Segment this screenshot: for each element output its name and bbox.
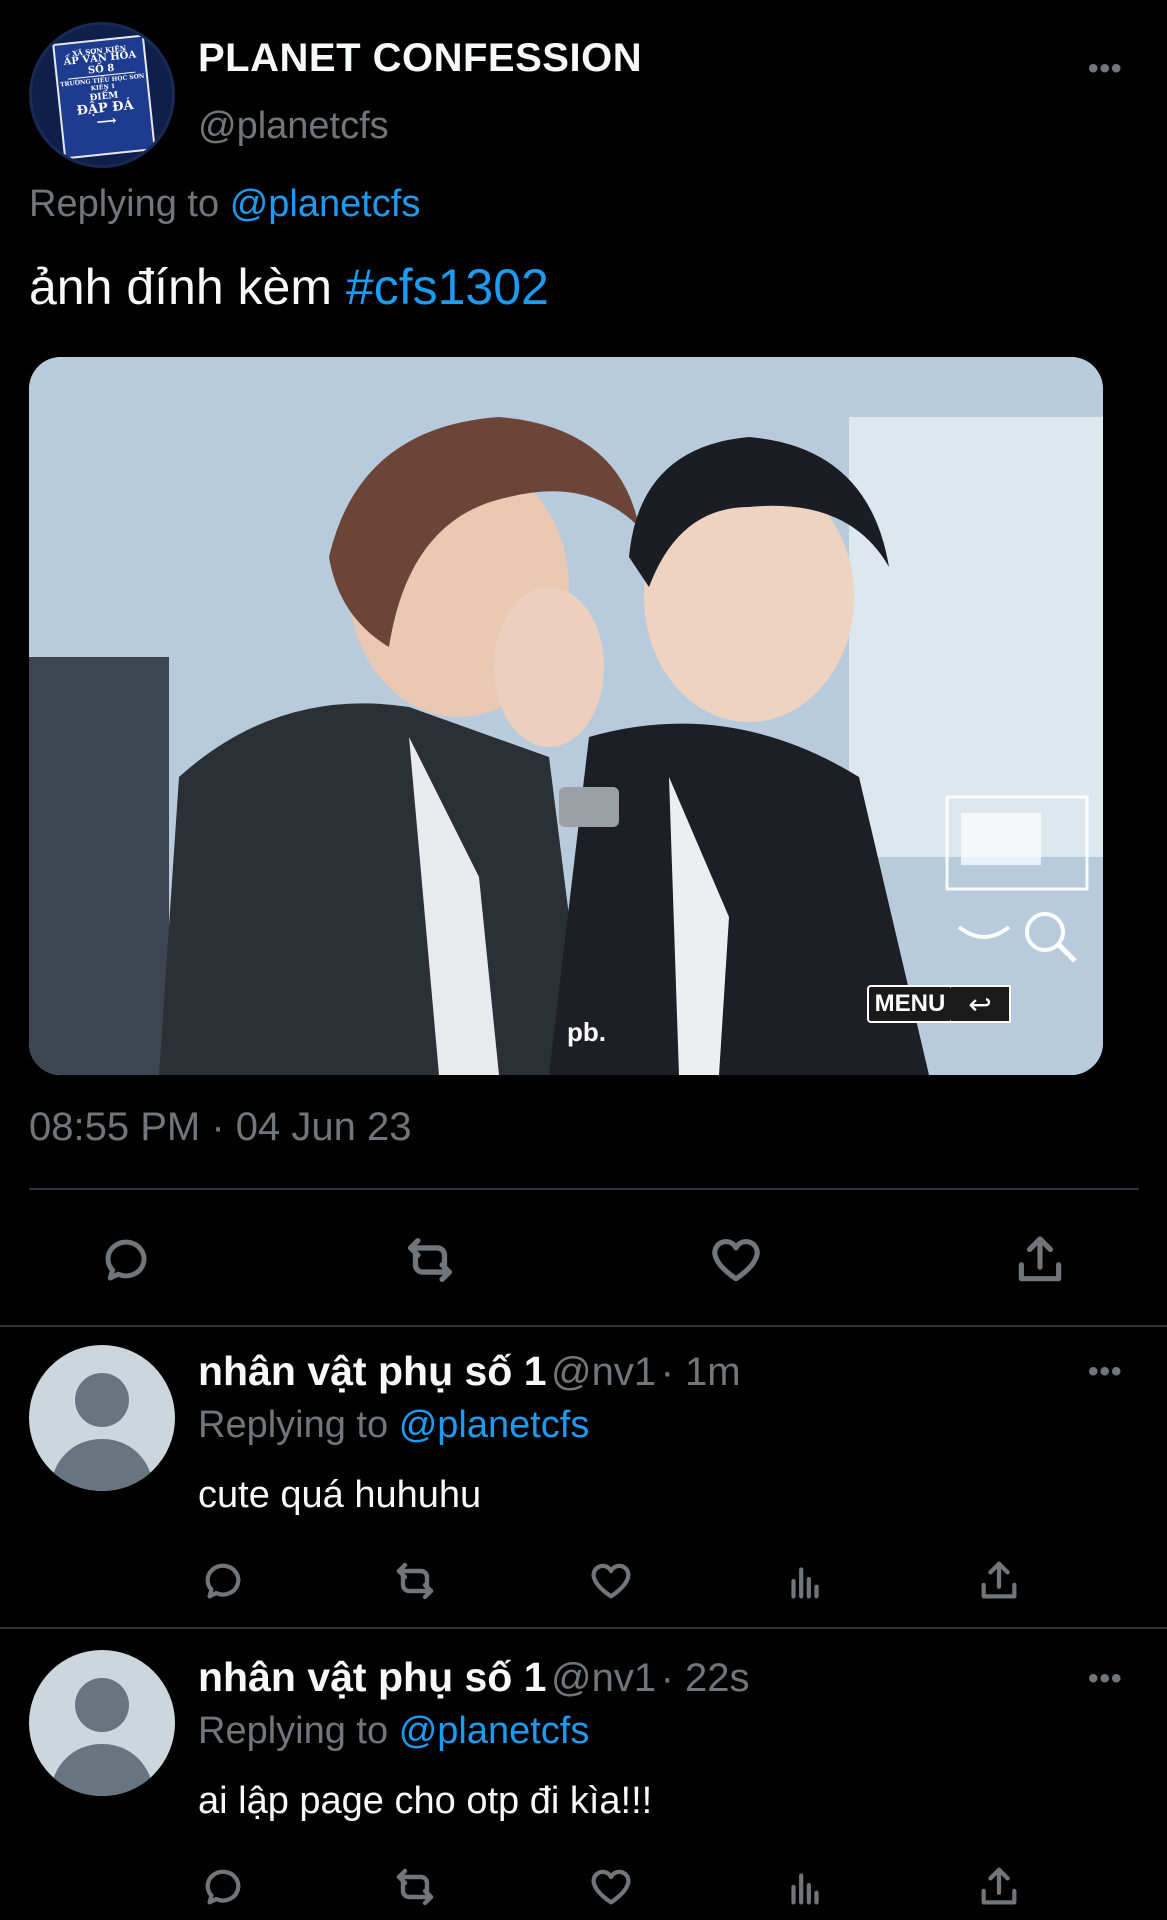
author-display-name[interactable]: PLANET CONFESSION [198,36,642,81]
like-icon[interactable] [704,1228,768,1292]
analytics-icon[interactable] [780,1556,830,1606]
default-avatar-body [51,1744,153,1796]
media-photo [29,357,1103,1075]
more-options-icon[interactable]: ••• [1088,52,1123,86]
replying-to-line: Replying to @planetcfs [198,1404,589,1447]
divider [0,1627,1167,1629]
reply-header: nhân vật phụ số 1 @nv1 · 1m [198,1348,741,1395]
author-handle[interactable]: @planetcfs [198,105,389,148]
reply-author-handle[interactable]: @nv1 [551,1350,656,1394]
reply-avatar[interactable] [29,1650,175,1796]
reply-text: cute quá huhuhu [198,1474,482,1516]
avatar-sign-image: XÃ SƠN KIÊN ẤP VĂN HÓA SỐ 8 TRƯỜNG TIỂU … [52,34,156,160]
replying-to-line: Replying to @planetcfs [198,1710,589,1753]
divider [29,1188,1139,1190]
retweet-icon[interactable] [390,1556,440,1606]
hashtag-link[interactable]: #cfs1302 [346,259,549,315]
replying-to-label: Replying to [198,1710,389,1752]
replying-to-line: Replying to @planetcfs [29,183,420,226]
tweet-body: ảnh đính kèm [29,259,332,315]
media-overlay-menu: MENU [867,985,953,1023]
default-avatar-body [51,1439,153,1491]
media-watermark: pb. [567,1017,606,1047]
divider [0,1325,1167,1327]
reply-time: · 1m [660,1350,741,1394]
return-arrow-icon: ↩ [951,985,1011,1023]
reply-author-name[interactable]: nhân vật phụ số 1 [198,1654,547,1700]
default-avatar-head [75,1678,129,1732]
reply-author-name[interactable]: nhân vật phụ số 1 [198,1348,547,1394]
replying-to-link[interactable]: @planetcfs [230,183,421,225]
tweet-text: ảnh đính kèm #cfs1302 [29,258,549,316]
reply-text: ai lập page cho otp đi kìa!!! [198,1780,653,1822]
author-avatar[interactable]: XÃ SƠN KIÊN ẤP VĂN HÓA SỐ 8 TRƯỜNG TIỂU … [29,22,175,168]
retweet-icon[interactable] [390,1862,440,1912]
tweet-timestamp[interactable]: 08:55 PM · 04 Jun 23 [29,1105,411,1150]
share-icon[interactable] [974,1862,1024,1912]
retweet-icon[interactable] [398,1228,462,1292]
tweet-media-image[interactable]: pb. MENU ↩ [29,357,1103,1075]
replying-to-label: Replying to [29,183,220,225]
reply-icon[interactable] [94,1228,158,1292]
reply-author-handle[interactable]: @nv1 [551,1656,656,1700]
default-avatar-head [75,1373,129,1427]
replying-to-label: Replying to [198,1404,389,1446]
analytics-icon[interactable] [780,1862,830,1912]
reply-icon[interactable] [198,1862,248,1912]
reply-avatar[interactable] [29,1345,175,1491]
reply-header: nhân vật phụ số 1 @nv1 · 22s [198,1654,750,1701]
more-options-icon[interactable]: ••• [1088,1355,1123,1389]
like-icon[interactable] [586,1556,636,1606]
share-icon[interactable] [1008,1228,1072,1292]
share-icon[interactable] [974,1556,1024,1606]
reply-time: · 22s [660,1656,750,1700]
replying-to-link[interactable]: @planetcfs [399,1710,590,1752]
reply-icon[interactable] [198,1556,248,1606]
like-icon[interactable] [586,1862,636,1912]
replying-to-link[interactable]: @planetcfs [399,1404,590,1446]
more-options-icon[interactable]: ••• [1088,1662,1123,1696]
